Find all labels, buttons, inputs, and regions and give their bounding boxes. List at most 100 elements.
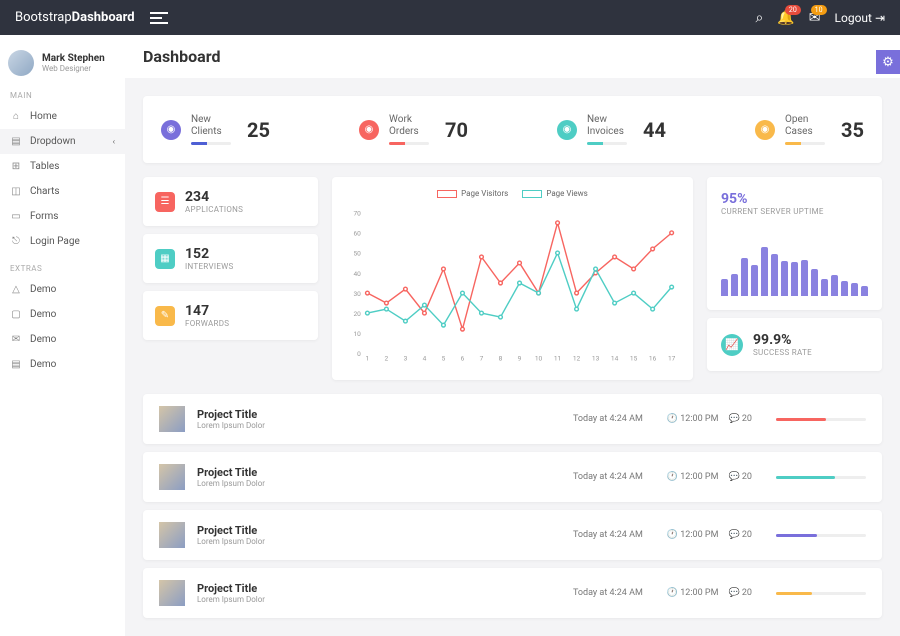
uptime-bar: [721, 279, 728, 297]
svg-text:6: 6: [461, 355, 465, 363]
sidebar-item-demo[interactable]: ▤Demo: [0, 352, 125, 377]
sidebar-item-home[interactable]: ⌂Home: [0, 104, 125, 129]
svg-text:40: 40: [353, 270, 361, 278]
comment-icon: 💬 20: [728, 414, 752, 424]
nav-icon: ⌂: [10, 111, 22, 122]
sidebar-item-login-page[interactable]: ⎋Login Page: [0, 229, 125, 254]
clock-icon: 🕐 12:00 PM: [667, 530, 719, 540]
page-title: Dashboard: [143, 47, 882, 66]
sidebar-item-charts[interactable]: ◫Charts: [0, 179, 125, 204]
svg-text:13: 13: [592, 355, 600, 363]
mini-icon: ▦: [155, 249, 175, 269]
svg-text:8: 8: [499, 355, 503, 363]
uptime-bar: [811, 269, 818, 296]
svg-text:11: 11: [554, 355, 561, 363]
search-icon[interactable]: ⌕: [756, 10, 764, 26]
stat-icon: ◉: [755, 120, 775, 140]
project-list: Project TitleLorem Ipsum Dolor Today at …: [143, 394, 882, 618]
chart-icon: 📈: [721, 334, 743, 356]
svg-text:70: 70: [353, 210, 361, 218]
menu-toggle-icon[interactable]: [150, 12, 168, 24]
top-header: BootstrapDashboard ⌕ 🔔20 ✉10 Logout ⇥: [0, 0, 900, 35]
uptime-bar: [861, 286, 868, 297]
project-row[interactable]: Project TitleLorem Ipsum Dolor Today at …: [143, 394, 882, 444]
section-main: MAIN: [0, 81, 125, 104]
uptime-bar: [741, 258, 748, 297]
uptime-bar: [841, 281, 848, 296]
svg-text:2: 2: [385, 355, 389, 363]
stat-icon: ◉: [161, 120, 181, 140]
sidebar-item-dropdown[interactable]: ▤Dropdown‹: [0, 129, 125, 154]
line-chart: 0102030405060701234567891011121314151617: [344, 198, 681, 368]
mini-card: ▦152INTERVIEWS: [143, 234, 318, 283]
line-chart-card: Page Visitors Page Views 010203040506070…: [332, 177, 693, 380]
nav-icon: ▤: [10, 136, 22, 147]
svg-text:7: 7: [480, 355, 484, 363]
uptime-bar: [851, 283, 858, 296]
sidebar-item-tables[interactable]: ⊞Tables: [0, 154, 125, 179]
uptime-bar: [821, 279, 828, 297]
svg-text:60: 60: [353, 230, 361, 238]
stat-card: ◉NewClients25: [161, 114, 270, 145]
project-row[interactable]: Project TitleLorem Ipsum Dolor Today at …: [143, 510, 882, 560]
svg-text:20: 20: [353, 310, 361, 318]
svg-text:12: 12: [573, 355, 581, 363]
nav-icon: ⊞: [10, 161, 22, 172]
nav-icon: ▤: [10, 359, 22, 370]
settings-gear-icon[interactable]: ⚙: [876, 50, 900, 74]
uptime-bar: [831, 275, 838, 296]
svg-text:10: 10: [353, 330, 361, 338]
svg-text:50: 50: [353, 250, 361, 258]
uptime-bar: [751, 265, 758, 297]
stat-card: ◉NewInvoices44: [557, 114, 666, 145]
stat-icon: ◉: [557, 120, 577, 140]
user-profile[interactable]: Mark Stephen Web Designer: [0, 45, 125, 81]
brand[interactable]: BootstrapDashboard: [15, 10, 135, 25]
bell-icon[interactable]: 🔔20: [777, 10, 794, 26]
uptime-bar: [761, 247, 768, 296]
svg-text:16: 16: [649, 355, 657, 363]
sidebar: Mark Stephen Web Designer MAIN ⌂Home▤Dro…: [0, 35, 125, 636]
svg-text:4: 4: [423, 355, 427, 363]
svg-text:9: 9: [518, 355, 522, 363]
sidebar-item-forms[interactable]: ▭Forms: [0, 204, 125, 229]
nav-icon: △: [10, 284, 22, 295]
uptime-bar: [801, 260, 808, 296]
avatar: [8, 50, 34, 76]
comment-icon: 💬 20: [728, 588, 752, 598]
sidebar-item-demo[interactable]: △Demo: [0, 277, 125, 302]
success-card: 📈 99.9% SUCCESS RATE: [707, 318, 882, 371]
svg-text:17: 17: [668, 355, 676, 363]
mail-icon[interactable]: ✉10: [809, 10, 821, 26]
uptime-bar: [771, 254, 778, 296]
mini-card: ✎147FORWARDS: [143, 291, 318, 340]
logout-link[interactable]: Logout ⇥: [835, 11, 885, 25]
mini-stats: ☰234APPLICATIONS▦152INTERVIEWS✎147FORWAR…: [143, 177, 318, 380]
svg-text:10: 10: [535, 355, 543, 363]
clock-icon: 🕐 12:00 PM: [667, 472, 719, 482]
mini-icon: ☰: [155, 192, 175, 212]
clock-icon: 🕐 12:00 PM: [667, 414, 719, 424]
progress-bar: [776, 534, 866, 537]
svg-text:5: 5: [442, 355, 446, 363]
project-thumb: [159, 464, 185, 490]
nav-icon: ▢: [10, 309, 22, 320]
sidebar-item-demo[interactable]: ▢Demo: [0, 302, 125, 327]
stat-card: ◉OpenCases35: [755, 114, 864, 145]
stat-card: ◉WorkOrders70: [359, 114, 468, 145]
nav-icon: ◫: [10, 186, 22, 197]
svg-text:15: 15: [630, 355, 638, 363]
project-row[interactable]: Project TitleLorem Ipsum Dolor Today at …: [143, 452, 882, 502]
project-row[interactable]: Project TitleLorem Ipsum Dolor Today at …: [143, 568, 882, 618]
sidebar-item-demo[interactable]: ✉Demo: [0, 327, 125, 352]
section-extras: EXTRAS: [0, 254, 125, 277]
nav-icon: ▭: [10, 211, 22, 222]
page-header: Dashboard ⚙: [125, 35, 900, 78]
mini-icon: ✎: [155, 306, 175, 326]
user-role: Web Designer: [42, 64, 105, 73]
uptime-bar: [781, 261, 788, 296]
uptime-bar: [791, 262, 798, 296]
project-thumb: [159, 522, 185, 548]
chart-legend: Page Visitors Page Views: [344, 189, 681, 198]
nav-icon: ⎋: [10, 236, 22, 247]
